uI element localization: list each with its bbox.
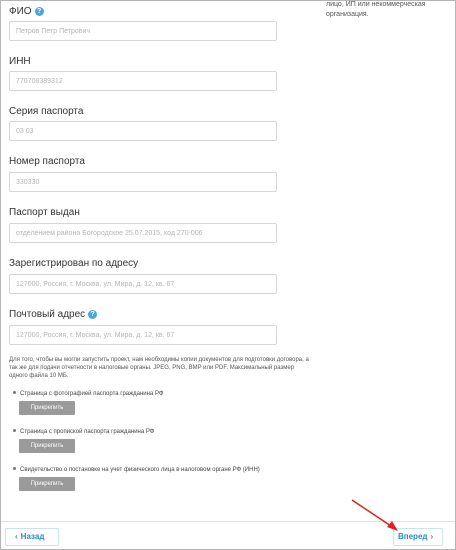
footer-divider [1, 521, 455, 522]
document-label-text: Страница с пропиской паспорта гражданина… [20, 429, 155, 435]
inn-label: ИНН [9, 56, 31, 67]
passport-issued-label: Паспорт выдан [9, 207, 80, 218]
passport-number-input[interactable] [9, 172, 277, 192]
document-label-text: Свидетельство о постановке на учет физич… [20, 467, 260, 473]
attach-inn-certificate-button[interactable]: Прикрепить [19, 477, 75, 491]
side-note-text: лицо, ИП или некоммерческая организация. [326, 1, 426, 18]
next-button-label: Вперед [398, 532, 428, 541]
fio-label-text: ФИО [9, 6, 32, 17]
back-button-label: Назад [20, 532, 45, 541]
document-item: Страница с пропиской паспорта гражданина… [13, 428, 343, 453]
bullet-icon [13, 429, 16, 432]
passport-issued-input[interactable] [9, 223, 277, 243]
inn-input[interactable] [9, 71, 277, 91]
registration-address-label: Зарегистрирован по адресу [9, 258, 139, 269]
bullet-icon [13, 391, 16, 394]
document-label: Свидетельство о постановке на учет физич… [13, 466, 343, 474]
document-label: Страница с фотографией паспорта граждани… [13, 390, 343, 398]
back-button[interactable]: ‹ Назад [5, 528, 59, 546]
document-label: Страница с пропиской паспорта гражданина… [13, 428, 343, 436]
bullet-icon [13, 467, 16, 470]
passport-series-input[interactable] [9, 121, 277, 141]
postal-address-input[interactable] [9, 325, 277, 345]
next-button[interactable]: Вперед › [393, 528, 443, 546]
fio-label: ФИО? [9, 6, 44, 17]
postal-address-label: Почтовый адрес? [9, 309, 98, 320]
fio-input[interactable] [9, 21, 277, 41]
chevron-left-icon: ‹ [15, 532, 18, 541]
attach-passport-registration-button[interactable]: Прикрепить [19, 439, 75, 453]
registration-address-input[interactable] [9, 274, 277, 294]
passport-series-label: Серия паспорта [9, 106, 84, 117]
attach-passport-photo-button[interactable]: Прикрепить [19, 401, 75, 415]
documents-info-text: Для того, чтобы вы могли запустить проек… [9, 357, 309, 379]
document-item: Страница с фотографией паспорта граждани… [13, 390, 343, 415]
chevron-right-icon: › [430, 532, 434, 541]
passport-number-label: Номер паспорта [9, 156, 85, 167]
postal-address-label-text: Почтовый адрес [9, 309, 86, 320]
document-label-text: Страница с фотографией паспорта граждани… [20, 391, 164, 397]
help-icon[interactable]: ? [88, 310, 98, 319]
document-item: Свидетельство о постановке на учет физич… [13, 466, 343, 491]
help-icon[interactable]: ? [34, 7, 44, 16]
